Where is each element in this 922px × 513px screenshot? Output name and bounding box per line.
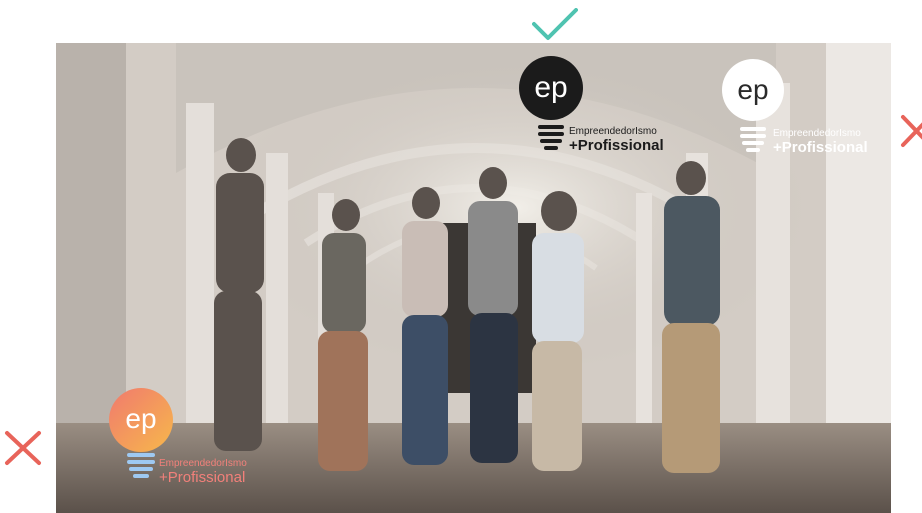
logo-name: EmpreendedorIsmo xyxy=(569,126,657,137)
logo-tagline: +Profissional xyxy=(773,139,868,156)
cross-icon xyxy=(5,431,41,465)
gradient-logo-text: EmpreendedorIsmo +Profissional xyxy=(159,458,247,486)
logo-tagline: +Profissional xyxy=(159,469,246,486)
cross-icon xyxy=(901,115,922,147)
logo-name: EmpreendedorIsmo xyxy=(159,458,247,469)
check-icon xyxy=(532,8,578,40)
logo-name: EmpreendedorIsmo xyxy=(773,128,861,139)
svg-text:ep: ep xyxy=(737,74,768,105)
svg-text:ep: ep xyxy=(125,403,156,434)
logo-tagline: +Profissional xyxy=(569,137,664,154)
dark-logo: ep EmpreendedorIsmo +Profissional xyxy=(518,55,678,155)
svg-text:ep: ep xyxy=(534,71,567,104)
white-logo: ep EmpreendedorIsmo +Profissional xyxy=(722,59,882,159)
